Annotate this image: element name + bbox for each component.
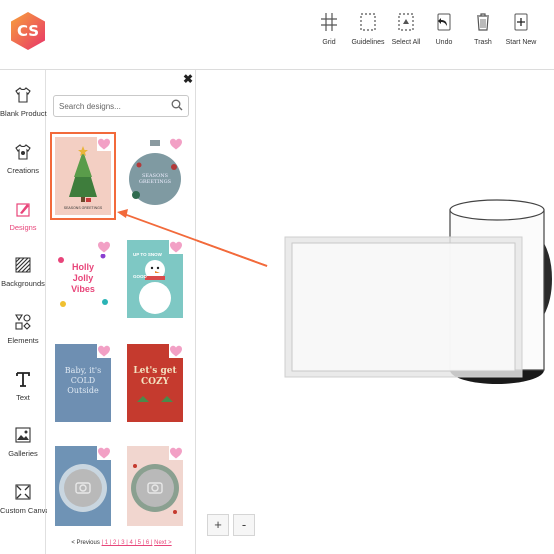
favorite-heart-icon[interactable] xyxy=(169,240,183,254)
design-tile[interactable]: Baby, it's COLD Outside xyxy=(55,344,111,422)
canvas-icon xyxy=(15,484,31,500)
design-tile[interactable] xyxy=(55,446,111,526)
grid-label: Grid xyxy=(322,39,336,46)
sidebar-item-label: Creations xyxy=(6,166,40,175)
favorite-heart-icon[interactable] xyxy=(169,344,183,358)
image-icon xyxy=(15,427,31,443)
sidebar-item-blank-products[interactable]: Blank Products xyxy=(0,86,51,142)
sidebar-item-label: Galleries xyxy=(8,449,38,458)
sidebar-item-label: Backgrounds xyxy=(1,279,45,288)
search-input[interactable] xyxy=(53,95,189,117)
previous-page-link[interactable]: < Previous xyxy=(71,540,100,546)
design-caption: Let's get COZY xyxy=(133,366,177,387)
search-icon[interactable] xyxy=(171,99,183,111)
design-caption: SEASONS GREETINGS xyxy=(63,206,103,210)
sidebar-item-custom-canvas[interactable]: Custom Canvas xyxy=(0,483,54,539)
favorite-heart-icon[interactable] xyxy=(97,137,111,151)
left-sidebar: Blank Products Creations Designs Backgro… xyxy=(0,70,54,554)
design-icon xyxy=(16,203,30,217)
sidebar-item-backgrounds[interactable]: Backgrounds xyxy=(0,256,46,312)
tshirt-icon xyxy=(15,87,31,103)
favorite-heart-icon[interactable] xyxy=(97,446,111,460)
shapes-icon xyxy=(15,314,31,330)
start-new-button[interactable]: Start New xyxy=(499,12,543,60)
stripes-icon xyxy=(15,257,31,273)
sidebar-item-label: Blank Products xyxy=(0,109,51,118)
sidebar-item-label: Custom Canvas xyxy=(0,506,54,515)
new-document-icon xyxy=(514,13,528,31)
sidebar-item-designs[interactable]: Designs xyxy=(0,200,46,256)
top-toolbar: CS Grid Guidelines Select All Undo Trash xyxy=(0,0,554,70)
design-caption: SEASONS GREETINGS xyxy=(138,173,172,185)
sidebar-item-label: Text xyxy=(16,393,30,402)
undo-label: Undo xyxy=(435,39,453,46)
design-canvas[interactable]: + - xyxy=(197,70,554,554)
trash-icon xyxy=(477,13,489,31)
undo-icon xyxy=(437,13,451,31)
design-tile[interactable]: SEASONS GREETINGS xyxy=(127,137,183,215)
sidebar-item-text[interactable]: Text xyxy=(0,370,46,426)
design-tile[interactable] xyxy=(127,446,183,526)
pagination: < Previous | 1 | 2 | 3 | 4 | 5 | 6 | Nex… xyxy=(47,540,196,546)
design-caption: UP TO SNOW GOOD xyxy=(133,252,162,279)
design-tile[interactable]: SEASONS GREETINGS xyxy=(50,132,116,220)
design-caption: Baby, it's COLD Outside xyxy=(64,366,102,395)
grid-icon xyxy=(321,13,337,31)
sidebar-item-label: Elements xyxy=(7,336,39,345)
zoom-in-button[interactable]: + xyxy=(207,514,229,536)
designs-panel: ✖ SEASONS GREETINGS SEASONS xyxy=(47,70,196,554)
sidebar-item-elements[interactable]: Elements xyxy=(0,313,46,369)
text-icon xyxy=(16,372,30,387)
grid-button[interactable]: Grid xyxy=(307,12,351,60)
design-tile[interactable]: Let's get COZY xyxy=(127,344,183,422)
design-caption: Holly Jolly Vibes xyxy=(71,262,95,294)
start-new-label: Start New xyxy=(505,39,537,46)
logo-text: CS xyxy=(16,22,40,40)
guidelines-icon xyxy=(360,13,376,31)
close-icon[interactable]: ✖ xyxy=(183,72,193,86)
next-page-link[interactable]: Next > xyxy=(154,540,172,546)
sidebar-item-creations[interactable]: Creations xyxy=(0,143,46,199)
favorite-heart-icon[interactable] xyxy=(97,240,111,254)
favorite-heart-icon[interactable] xyxy=(169,137,183,151)
mug-preview xyxy=(197,199,552,384)
sidebar-item-galleries[interactable]: Galleries xyxy=(0,426,46,482)
zoom-out-button[interactable]: - xyxy=(233,514,255,536)
design-tile[interactable]: Holly Jolly Vibes xyxy=(55,240,111,318)
app-logo[interactable]: CS xyxy=(8,11,48,51)
design-tile[interactable]: UP TO SNOW GOOD xyxy=(127,240,183,318)
favorite-heart-icon[interactable] xyxy=(97,344,111,358)
page-number-links[interactable]: | 1 | 2 | 3 | 4 | 5 | 6 | xyxy=(102,540,153,546)
undo-button[interactable]: Undo xyxy=(422,12,466,60)
select-all-icon xyxy=(398,13,414,31)
sidebar-item-label: Designs xyxy=(9,223,37,232)
shirt-design-icon xyxy=(15,144,31,160)
favorite-heart-icon[interactable] xyxy=(169,446,183,460)
